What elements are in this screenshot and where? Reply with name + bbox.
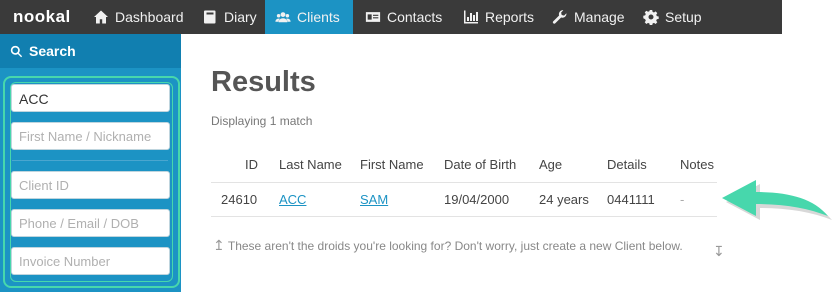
first-name-input[interactable]: First Name / Nickname <box>11 122 170 150</box>
no-match-hint: ↥ These aren't the droids you're looking… <box>213 237 683 254</box>
field-divider <box>12 160 168 161</box>
column-header-first-name[interactable]: First Name <box>360 157 424 172</box>
cell-age: 24 years <box>539 192 589 207</box>
nav-label: Manage <box>574 9 625 25</box>
column-header-details[interactable]: Details <box>607 157 647 172</box>
nav-label: Setup <box>665 9 702 25</box>
last-name-input[interactable]: ACC <box>11 84 170 112</box>
home-icon <box>94 10 108 24</box>
nav-label: Reports <box>485 9 535 25</box>
search-header[interactable]: Search <box>0 34 181 68</box>
page-title: Results <box>211 66 316 98</box>
cell-last-name-link[interactable]: ACC <box>279 192 306 207</box>
highlight-arrow-icon <box>722 180 832 220</box>
nav-item-contacts[interactable]: Contacts <box>355 0 452 34</box>
table-header-rule <box>211 182 717 183</box>
last-name-link[interactable]: ACC <box>279 192 306 207</box>
cell-notes: - <box>680 192 685 207</box>
column-header-id[interactable]: ID <box>245 157 258 172</box>
nav-label: Clients <box>297 9 340 25</box>
wrench-icon <box>552 10 567 24</box>
column-header-last-name[interactable]: Last Name <box>279 157 342 172</box>
book-icon <box>204 10 216 24</box>
cell-dob: 19/04/2000 <box>444 192 510 207</box>
first-name-link[interactable]: SAM <box>360 192 388 207</box>
nav-item-diary[interactable]: Diary <box>192 0 267 34</box>
phone-email-dob-input[interactable]: Phone / Email / DOB <box>11 209 170 237</box>
search-title: Search <box>29 43 76 59</box>
bar-chart-icon <box>464 10 478 24</box>
invoice-number-input[interactable]: Invoice Number <box>11 247 170 275</box>
down-hook-arrow-icon: ↧ <box>713 243 725 259</box>
cell-id: 24610 <box>221 192 258 207</box>
id-card-icon <box>365 12 381 22</box>
users-icon <box>275 12 291 23</box>
nav-item-manage[interactable]: Manage <box>542 0 635 34</box>
nav-label: Diary <box>224 9 257 25</box>
nav-item-reports[interactable]: Reports <box>453 0 544 34</box>
nav-item-clients[interactable]: Clients <box>265 0 353 34</box>
nav-label: Dashboard <box>115 9 184 25</box>
hint-text: These aren't the droids you're looking f… <box>227 239 683 253</box>
column-header-age[interactable]: Age <box>539 157 562 172</box>
top-nav: nookal Dashboard Diary Clients Contacts … <box>0 0 782 34</box>
results-count: Displaying 1 match <box>211 114 313 128</box>
table-row-rule <box>211 216 717 217</box>
nav-label: Contacts <box>387 9 443 25</box>
gear-icon <box>643 10 659 25</box>
app-logo[interactable]: nookal <box>13 7 71 27</box>
column-header-notes[interactable]: Notes <box>680 157 714 172</box>
nav-item-dashboard[interactable]: Dashboard <box>83 0 194 34</box>
cell-first-name-link[interactable]: SAM <box>360 192 388 207</box>
up-hook-arrow-icon: ↥ <box>213 237 225 253</box>
column-header-dob[interactable]: Date of Birth <box>444 157 516 172</box>
search-icon <box>10 45 23 57</box>
client-id-input[interactable]: Client ID <box>11 171 170 199</box>
cell-details: 0441111 <box>607 192 655 207</box>
nav-item-setup[interactable]: Setup <box>633 0 712 34</box>
